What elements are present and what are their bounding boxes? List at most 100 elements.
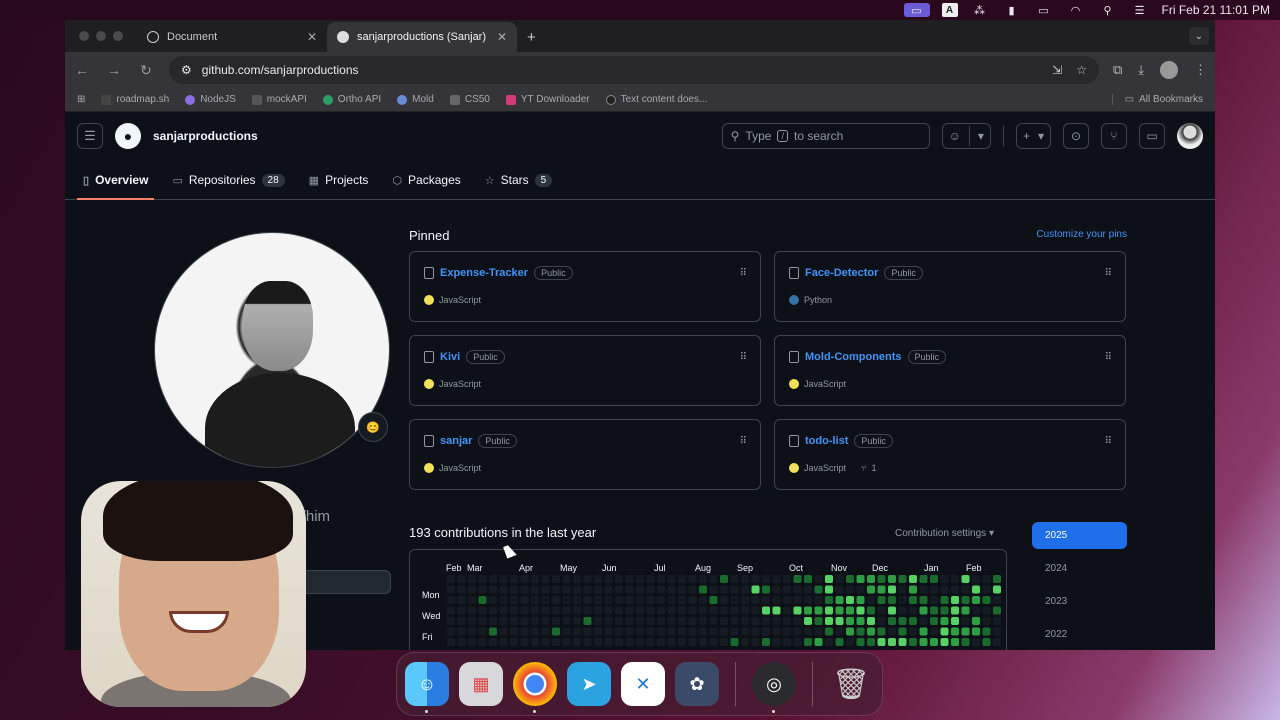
contribution-settings-dropdown[interactable]: Contribution settings ▾ <box>895 528 994 539</box>
apps-grid-icon[interactable]: ⊞ <box>77 94 85 105</box>
contribution-day-cell[interactable] <box>562 606 571 615</box>
search-icon[interactable]: ⚲ <box>1098 3 1118 17</box>
contribution-day-cell[interactable] <box>772 575 781 583</box>
chevron-down-icon[interactable]: ⌄ <box>1189 27 1209 45</box>
contribution-day-cell[interactable] <box>730 638 739 646</box>
contribution-day-cell[interactable] <box>856 617 865 625</box>
extensions-icon[interactable]: ⧉ <box>1113 62 1122 78</box>
contribution-day-cell[interactable] <box>982 617 991 625</box>
chrome-icon[interactable] <box>513 662 557 713</box>
contribution-day-cell[interactable] <box>520 617 529 625</box>
tab-stars[interactable]: ☆ Stars 5 <box>479 161 558 199</box>
contribution-day-cell[interactable] <box>793 596 802 604</box>
bookmark-item[interactable]: CS50 <box>449 94 490 105</box>
contribution-day-cell[interactable] <box>699 627 707 636</box>
tab-repositories[interactable]: ▭ Repositories 28 <box>166 161 290 199</box>
contribution-day-cell[interactable] <box>636 585 644 594</box>
contribution-day-cell[interactable] <box>667 575 676 583</box>
contribution-day-cell[interactable] <box>951 638 959 646</box>
contribution-day-cell[interactable] <box>594 596 602 604</box>
contribution-day-cell[interactable] <box>531 575 539 583</box>
forward-arrow-icon[interactable]: → <box>105 62 123 78</box>
contribution-day-cell[interactable] <box>636 638 644 646</box>
telegram-icon[interactable]: ➤ <box>567 662 611 706</box>
contribution-day-cell[interactable] <box>657 585 665 594</box>
contribution-day-cell[interactable] <box>972 627 980 636</box>
contribution-day-cell[interactable] <box>814 617 823 625</box>
contribution-day-cell[interactable] <box>804 638 812 646</box>
contribution-day-cell[interactable] <box>468 617 476 625</box>
contribution-day-cell[interactable] <box>940 575 949 583</box>
contribution-day-cell[interactable] <box>699 617 707 625</box>
contribution-day-cell[interactable] <box>909 596 917 604</box>
contribution-day-cell[interactable] <box>447 575 455 583</box>
contribution-day-cell[interactable] <box>751 606 760 615</box>
fork-count[interactable]: 1 <box>871 463 876 473</box>
contribution-day-cell[interactable] <box>625 585 634 594</box>
contribution-day-cell[interactable] <box>856 575 865 583</box>
contribution-day-cell[interactable] <box>898 638 907 646</box>
contribution-day-cell[interactable] <box>447 606 455 615</box>
header-username[interactable]: sanjarproductions <box>153 129 258 143</box>
contribution-day-cell[interactable] <box>594 606 602 615</box>
contribution-day-cell[interactable] <box>856 585 865 594</box>
contribution-day-cell[interactable] <box>972 638 980 646</box>
contribution-day-cell[interactable] <box>730 575 739 583</box>
contribution-day-cell[interactable] <box>573 596 581 604</box>
contribution-day-cell[interactable] <box>573 606 581 615</box>
contribution-day-cell[interactable] <box>646 585 655 594</box>
contribution-day-cell[interactable] <box>867 606 875 615</box>
contribution-day-cell[interactable] <box>520 606 529 615</box>
contribution-day-cell[interactable] <box>478 617 487 625</box>
contribution-day-cell[interactable] <box>919 575 928 583</box>
more-menu-icon[interactable]: ⋮ <box>1194 62 1207 78</box>
contribution-day-cell[interactable] <box>783 638 791 646</box>
contribution-day-cell[interactable] <box>678 575 686 583</box>
contribution-day-cell[interactable] <box>531 617 539 625</box>
reload-icon[interactable]: ↻ <box>137 62 155 79</box>
contribution-day-cell[interactable] <box>594 638 602 646</box>
contribution-day-cell[interactable] <box>541 627 550 636</box>
contribution-day-cell[interactable] <box>562 596 571 604</box>
contribution-day-cell[interactable] <box>762 596 770 604</box>
contribution-day-cell[interactable] <box>720 638 728 646</box>
contribution-day-cell[interactable] <box>636 596 644 604</box>
contribution-day-cell[interactable] <box>993 596 1001 604</box>
contribution-day-cell[interactable] <box>919 627 928 636</box>
contribution-day-cell[interactable] <box>636 575 644 583</box>
contribution-day-cell[interactable] <box>583 617 592 625</box>
contribution-day-cell[interactable] <box>457 617 466 625</box>
contribution-day-cell[interactable] <box>846 638 854 646</box>
contribution-day-cell[interactable] <box>709 596 718 604</box>
contribution-day-cell[interactable] <box>940 638 949 646</box>
site-settings-icon[interactable]: ⚙ <box>181 63 192 77</box>
contribution-day-cell[interactable] <box>909 627 917 636</box>
contribution-day-cell[interactable] <box>762 606 770 615</box>
profile-avatar[interactable] <box>1160 61 1178 79</box>
contribution-day-cell[interactable] <box>468 638 476 646</box>
contribution-day-cell[interactable] <box>898 617 907 625</box>
contribution-day-cell[interactable] <box>720 575 728 583</box>
contribution-day-cell[interactable] <box>531 638 539 646</box>
contribution-day-cell[interactable] <box>793 627 802 636</box>
contribution-day-cell[interactable] <box>804 617 812 625</box>
contribution-day-cell[interactable] <box>709 627 718 636</box>
contribution-day-cell[interactable] <box>982 575 991 583</box>
repo-name-link[interactable]: Mold-Components <box>805 351 902 363</box>
contribution-day-cell[interactable] <box>646 627 655 636</box>
contribution-day-cell[interactable] <box>520 596 529 604</box>
user-avatar[interactable] <box>1177 123 1203 149</box>
contribution-day-cell[interactable] <box>751 627 760 636</box>
contribution-day-cell[interactable] <box>447 627 455 636</box>
contribution-day-cell[interactable] <box>594 575 602 583</box>
contribution-day-cell[interactable] <box>489 606 497 615</box>
contribution-day-cell[interactable] <box>940 617 949 625</box>
new-tab-button[interactable]: + <box>517 22 546 52</box>
contribution-day-cell[interactable] <box>930 596 938 604</box>
year-2025-button[interactable]: 2025 <box>1032 522 1127 549</box>
contribution-day-cell[interactable] <box>825 617 833 625</box>
contribution-day-cell[interactable] <box>720 617 728 625</box>
contribution-day-cell[interactable] <box>720 596 728 604</box>
contribution-day-cell[interactable] <box>478 596 487 604</box>
contribution-day-cell[interactable] <box>856 596 865 604</box>
